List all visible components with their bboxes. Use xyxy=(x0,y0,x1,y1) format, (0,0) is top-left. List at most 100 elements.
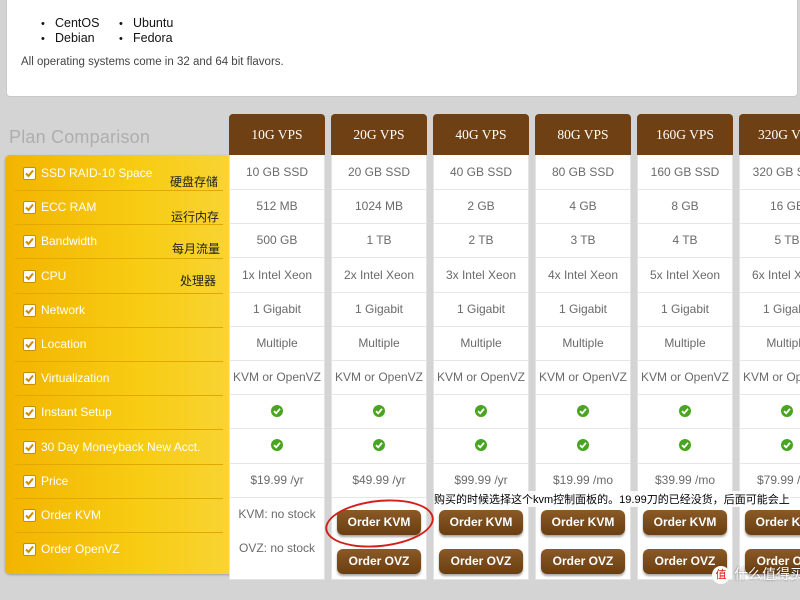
os-list-col2: Ubuntu Fedora xyxy=(119,16,173,46)
plan-cell-bandwidth: 5 TB xyxy=(740,223,800,259)
feature-label: SSD RAID-10 Space xyxy=(41,166,153,180)
feature-label: 30 Day Moneyback New Acct. xyxy=(41,439,201,454)
plan-cell-location: Multiple xyxy=(740,326,800,361)
os-info-box: CentOS Debian Ubuntu Fedora All operatin… xyxy=(6,0,798,97)
checkbox-check-icon xyxy=(23,338,36,351)
plan-cell-storage: 80 GB SSD xyxy=(536,155,630,190)
checkbox-check-icon xyxy=(23,201,36,215)
plan-cell xyxy=(230,394,324,430)
feature-label: Instant Setup xyxy=(41,405,112,420)
plan-cell-virtualization: KVM or OpenVZ xyxy=(740,360,800,396)
feature-row: 30 Day Moneyback New Acct. xyxy=(15,431,223,465)
zhi-badge-icon: 值 xyxy=(712,566,730,585)
plan-comparison-title: Plan Comparison xyxy=(9,127,151,147)
order-kvm-button[interactable]: Order KVM xyxy=(541,510,625,535)
green-check-icon xyxy=(679,405,691,418)
plan-cell-bandwidth: 3 TB xyxy=(536,223,630,259)
plan-cell-storage: 40 GB SSD xyxy=(434,155,528,190)
plan-cell-bandwidth: 500 GB xyxy=(230,223,324,259)
feature-label: Order OpenVZ xyxy=(41,542,120,557)
feature-row: Virtualization xyxy=(15,362,223,397)
plan-cell-location: Multiple xyxy=(332,326,426,361)
feature-row: Location xyxy=(15,328,223,362)
green-check-icon xyxy=(577,439,589,452)
feature-label: CPU xyxy=(41,268,67,283)
green-check-icon xyxy=(781,405,793,418)
plan-cell-cpu: 4x Intel Xeon xyxy=(536,258,630,293)
feature-row: Order KVM xyxy=(15,499,223,533)
plan-cell xyxy=(536,394,630,430)
checkbox-check-icon xyxy=(23,543,36,557)
os-item: Fedora xyxy=(119,31,173,46)
plan-cell-network: 1 Gigabit xyxy=(740,292,800,327)
plan-cell-cpu: 5x Intel Xeon xyxy=(638,258,732,293)
plan-cell-location: Multiple xyxy=(230,326,324,361)
plan-cell-ram: 4 GB xyxy=(536,189,630,225)
plan-body: 40 GB SSD 2 GB 2 TB 3x Intel Xeon 1 Gigabit M… xyxy=(433,155,529,580)
checkbox-check-icon xyxy=(23,474,36,488)
order-kvm-button[interactable]: Order KVM xyxy=(745,510,800,535)
order-ovz-button[interactable]: Order OVZ xyxy=(439,549,523,575)
plan-column: 320G VPS320 GB SSD16 GB5 TB6x Intel Xeon… xyxy=(739,114,800,580)
plan-cell-price: $49.99 /yr xyxy=(332,463,426,498)
plan-header: 20G VPS xyxy=(331,114,427,155)
plan-cell xyxy=(434,429,528,464)
plan-cell-location: Multiple xyxy=(638,326,732,361)
green-check-icon xyxy=(271,405,283,418)
feature-label: Virtualization xyxy=(41,371,110,386)
plan-cell-storage: 20 GB SSD xyxy=(332,155,426,190)
plan-cell-ram: 2 GB xyxy=(434,189,528,225)
feature-row: Instant Setup xyxy=(15,396,223,431)
plan-cell-virtualization: KVM or OpenVZ xyxy=(638,360,732,396)
plan-column: 10G VPS 10 GB SSD 512 MB 500 GB 1x Intel Xeo… xyxy=(229,114,325,580)
cn-note-storage: 硬盘存储 xyxy=(170,175,219,189)
plan-cell-ram: 8 GB xyxy=(638,189,732,225)
plan-cell xyxy=(740,394,800,430)
green-check-icon xyxy=(577,405,589,418)
plan-cell-virtualization: KVM or OpenVZ xyxy=(332,360,426,396)
checkbox-check-icon xyxy=(23,372,36,386)
green-check-icon xyxy=(373,439,385,452)
plan-cell xyxy=(332,429,426,464)
plan-cell-virtualization: KVM or OpenVZ xyxy=(434,360,528,396)
plan-body: 320 GB SSD16 GB5 TB6x Intel Xeon1 Gigabi… xyxy=(739,155,800,580)
feature-row: Network xyxy=(15,294,223,328)
os-list-col1: CentOS Debian xyxy=(41,16,99,46)
plan-cell-network: 1 Gigabit xyxy=(536,292,630,327)
green-check-icon xyxy=(271,439,283,452)
plan-cell-ram: 1024 MB xyxy=(332,189,426,225)
order-ovz-button[interactable]: Order OVZ xyxy=(337,549,421,575)
order-kvm-button[interactable]: Order KVM xyxy=(439,510,523,535)
cn-note-ram: 运行内存 xyxy=(171,210,220,224)
green-check-icon xyxy=(475,439,487,452)
checkbox-check-icon xyxy=(23,167,36,180)
order-kvm-button[interactable]: Order KVM xyxy=(643,510,727,535)
feature-row: Order OpenVZ xyxy=(15,533,223,566)
plan-body: 80 GB SSD 4 GB 3 TB 4x Intel Xeon 1 Gigabit M… xyxy=(535,155,631,580)
plan-body: 160 GB SSD 8 GB 4 TB 5x Intel Xeon 1 Gigabit… xyxy=(637,155,733,580)
plan-cell-network: 1 Gigabit xyxy=(230,292,324,327)
plan-cell xyxy=(536,429,630,464)
plan-column: 40G VPS 40 GB SSD 2 GB 2 TB 3x Intel Xeon 1 G… xyxy=(433,114,529,580)
plan-cell-cpu: 6x Intel Xeon xyxy=(740,258,800,293)
watermark: 值什么值得买 xyxy=(712,564,800,585)
os-flavors-note: All operating systems come in 32 and 64 … xyxy=(21,56,284,68)
checkbox-check-icon xyxy=(23,303,36,317)
plan-cell-storage: 320 GB SSD xyxy=(740,155,800,190)
checkbox-check-icon xyxy=(23,269,36,283)
plan-cell-ram: 16 GB xyxy=(740,189,800,225)
plan-cell xyxy=(434,394,528,430)
plan-cell-cpu: 2x Intel Xeon xyxy=(332,258,426,293)
order-ovz-button[interactable]: Order OVZ xyxy=(541,549,625,575)
plan-cell-location: Multiple xyxy=(434,326,528,361)
plan-cell-network: 1 Gigabit xyxy=(434,292,528,327)
plan-cell xyxy=(740,429,800,464)
plan-cell-cpu: 1x Intel Xeon xyxy=(230,258,324,293)
plan-header: 80G VPS xyxy=(535,114,631,155)
feature-label: Location xyxy=(41,337,87,351)
feature-label: Bandwidth xyxy=(41,234,98,249)
os-item: Debian xyxy=(41,31,99,46)
checkbox-check-icon xyxy=(23,406,36,420)
plan-cell-bandwidth: 1 TB xyxy=(332,223,426,259)
plan-column: 160G VPS 160 GB SSD 8 GB 4 TB 5x Intel Xeon 1… xyxy=(637,114,733,580)
